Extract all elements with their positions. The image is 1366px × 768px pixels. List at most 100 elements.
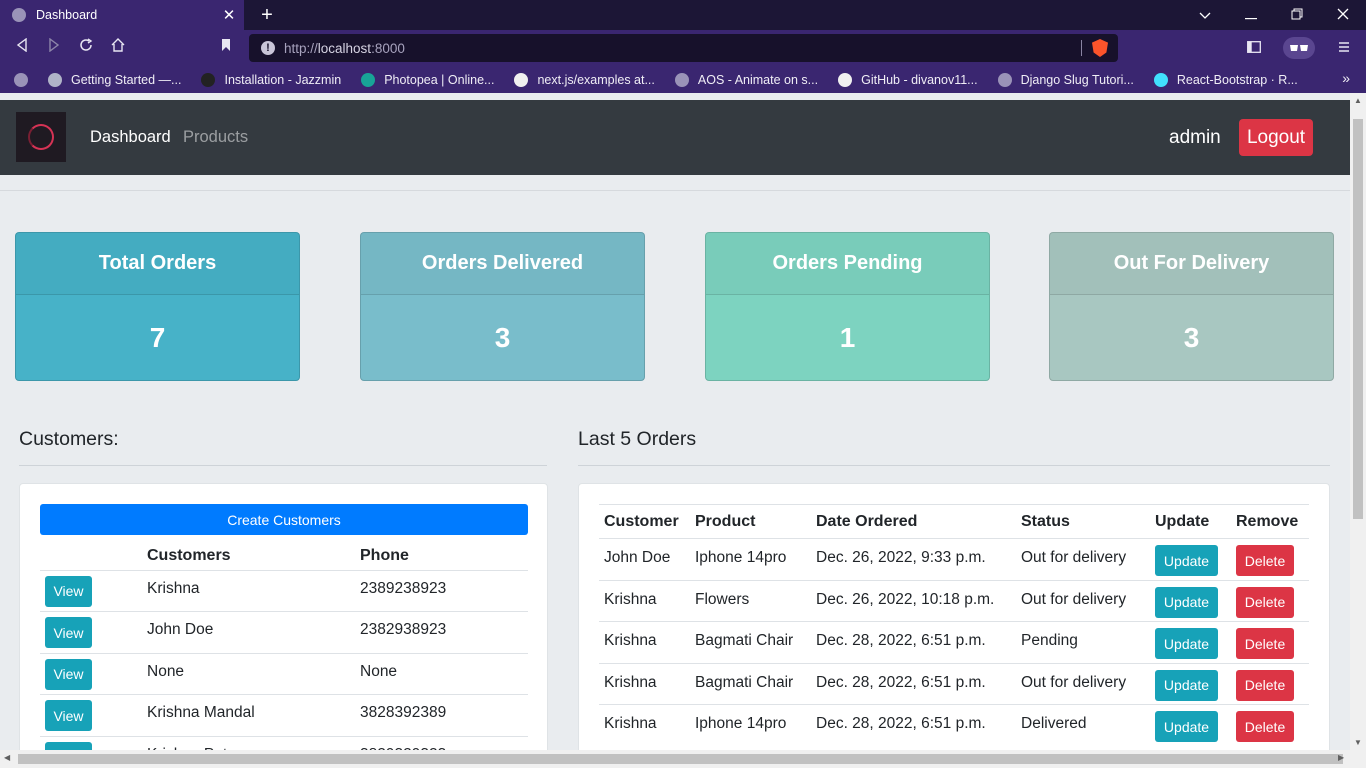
delete-order-button[interactable]: Delete xyxy=(1236,669,1294,701)
customer-phone: 2389238923 xyxy=(360,570,528,612)
sidebar-icon[interactable] xyxy=(1244,37,1264,59)
stat-title: Total Orders xyxy=(16,233,299,295)
bookmark-item[interactable]: Photopea | Online... xyxy=(361,72,494,87)
order-customer: Krishna xyxy=(599,704,690,746)
delete-order-button[interactable]: Delete xyxy=(1236,586,1294,618)
view-customer-button[interactable]: View xyxy=(45,575,92,607)
bookmark-item[interactable]: Getting Started —... xyxy=(48,72,181,87)
globe-icon xyxy=(997,72,1012,87)
stat-value: 7 xyxy=(149,322,166,353)
minimize-icon[interactable] xyxy=(1228,0,1274,30)
scroll-up-icon[interactable]: ▲ xyxy=(1350,96,1366,105)
restore-icon[interactable] xyxy=(1274,0,1320,30)
column-header: Phone xyxy=(360,542,528,571)
stat-card-orders-pending: Orders Pending 1 xyxy=(705,232,990,381)
nav-link-dashboard[interactable]: Dashboard xyxy=(90,128,171,147)
home-icon[interactable] xyxy=(107,37,129,59)
new-tab-button[interactable]: + xyxy=(257,3,277,27)
stat-value: 3 xyxy=(494,322,511,353)
horizontal-scrollbar[interactable]: ◀ ▶ xyxy=(0,750,1366,768)
delete-order-button[interactable]: Delete xyxy=(1236,628,1294,659)
order-date: Dec. 28, 2022, 6:51 p.m. xyxy=(811,621,1016,663)
customers-panel: Create Customers Customers Phone View Kr… xyxy=(19,483,548,750)
browser-tab-bar: Dashboard ✕ + xyxy=(0,0,1366,30)
globe-icon xyxy=(12,8,26,22)
browser-tab-dashboard[interactable]: Dashboard ✕ xyxy=(0,0,244,30)
address-bar[interactable]: ! http://localhost:8000 xyxy=(249,34,1118,62)
table-row: Krishna Iphone 14pro Dec. 28, 2022, 6:51… xyxy=(599,704,1309,746)
column-header: Customer xyxy=(599,504,690,539)
bookmark-item[interactable]: next.js/examples at... xyxy=(514,72,655,87)
site-info-icon[interactable]: ! xyxy=(261,41,275,55)
bookmark-favicon-icon xyxy=(201,72,216,87)
table-row: View None None xyxy=(40,653,528,695)
reload-icon[interactable] xyxy=(75,37,97,59)
back-icon[interactable] xyxy=(11,37,33,59)
browser-toolbar: ! http://localhost:8000 xyxy=(0,30,1366,66)
nav-link-products[interactable]: Products xyxy=(183,128,248,147)
update-order-button[interactable]: Update xyxy=(1155,711,1218,742)
order-date: Dec. 26, 2022, 9:33 p.m. xyxy=(811,538,1016,580)
bookmark-item[interactable]: Installation - Jazzmin xyxy=(201,72,341,87)
tab-list-icon[interactable] xyxy=(1182,0,1228,30)
bookmark-item[interactable]: AOS - Animate on s... xyxy=(674,72,818,87)
stat-title: Out For Delivery xyxy=(1050,233,1333,295)
globe-icon xyxy=(674,72,689,87)
url-text: http://localhost:8000 xyxy=(284,40,405,56)
bookmarks-overflow-icon[interactable]: » xyxy=(1342,70,1350,86)
divider xyxy=(578,465,1330,466)
url-separator xyxy=(1081,40,1082,56)
vertical-scrollbar[interactable]: ▲ ▼ xyxy=(1350,93,1366,750)
stat-title: Orders Pending xyxy=(706,233,989,295)
close-tab-icon[interactable]: ✕ xyxy=(220,6,238,24)
logout-button[interactable]: Logout xyxy=(1239,119,1313,156)
scroll-right-icon[interactable]: ▶ xyxy=(1338,753,1344,762)
scroll-down-icon[interactable]: ▼ xyxy=(1350,738,1366,747)
column-header: Customers xyxy=(147,542,360,571)
divider xyxy=(0,190,1350,191)
update-order-button[interactable]: Update xyxy=(1155,628,1218,659)
bookmark-item[interactable]: React-Bootstrap · R... xyxy=(1153,72,1298,87)
close-window-icon[interactable] xyxy=(1320,0,1366,30)
order-customer: Krishna xyxy=(599,662,690,705)
table-row: Krishna Bagmati Chair Dec. 28, 2022, 6:5… xyxy=(599,662,1309,705)
stat-value: 1 xyxy=(839,322,856,353)
view-customer-button[interactable]: View xyxy=(45,700,92,731)
orders-panel: Customer Product Date Ordered Status Upd… xyxy=(578,483,1330,750)
scroll-thumb[interactable] xyxy=(18,754,1343,764)
create-customers-button[interactable]: Create Customers xyxy=(40,504,528,535)
column-header xyxy=(40,542,147,571)
brand-logo[interactable] xyxy=(16,112,66,162)
view-customer-button[interactable]: View xyxy=(45,658,92,690)
order-product: Iphone 14pro xyxy=(690,704,811,746)
order-customer: Krishna xyxy=(599,621,690,663)
vpn-icon[interactable] xyxy=(1283,37,1315,59)
bookmark-icon[interactable] xyxy=(215,37,237,59)
view-customer-button[interactable]: View xyxy=(45,741,92,750)
bookmarks-globe-icon[interactable] xyxy=(14,72,28,87)
delete-order-button[interactable]: Delete xyxy=(1236,545,1294,576)
forward-icon[interactable] xyxy=(43,37,65,59)
react-bootstrap-icon xyxy=(1153,72,1168,87)
order-status: Out for delivery xyxy=(1016,579,1150,622)
orders-heading: Last 5 Orders xyxy=(578,428,697,450)
divider xyxy=(19,465,547,466)
update-order-button[interactable]: Update xyxy=(1155,586,1218,618)
brave-shield-icon[interactable] xyxy=(1092,39,1108,57)
bookmark-item[interactable]: GitHub - divanov11... xyxy=(838,72,978,87)
column-header: Status xyxy=(1016,504,1150,539)
bookmark-item[interactable]: Django Slug Tutori... xyxy=(997,72,1134,87)
order-status: Pending xyxy=(1016,621,1150,663)
view-customer-button[interactable]: View xyxy=(45,617,92,648)
scroll-thumb[interactable] xyxy=(1353,119,1363,519)
order-date: Dec. 28, 2022, 6:51 p.m. xyxy=(811,704,1016,746)
update-order-button[interactable]: Update xyxy=(1155,545,1218,576)
delete-order-button[interactable]: Delete xyxy=(1236,711,1294,742)
scroll-left-icon[interactable]: ◀ xyxy=(4,753,10,762)
customer-phone: 3829329323 xyxy=(360,736,528,750)
table-header-row: Customers Phone xyxy=(40,542,528,571)
menu-icon[interactable] xyxy=(1334,37,1354,59)
customers-table: Customers Phone View Krishna 2389238923 … xyxy=(40,542,528,750)
update-order-button[interactable]: Update xyxy=(1155,669,1218,701)
github-icon xyxy=(838,72,853,87)
